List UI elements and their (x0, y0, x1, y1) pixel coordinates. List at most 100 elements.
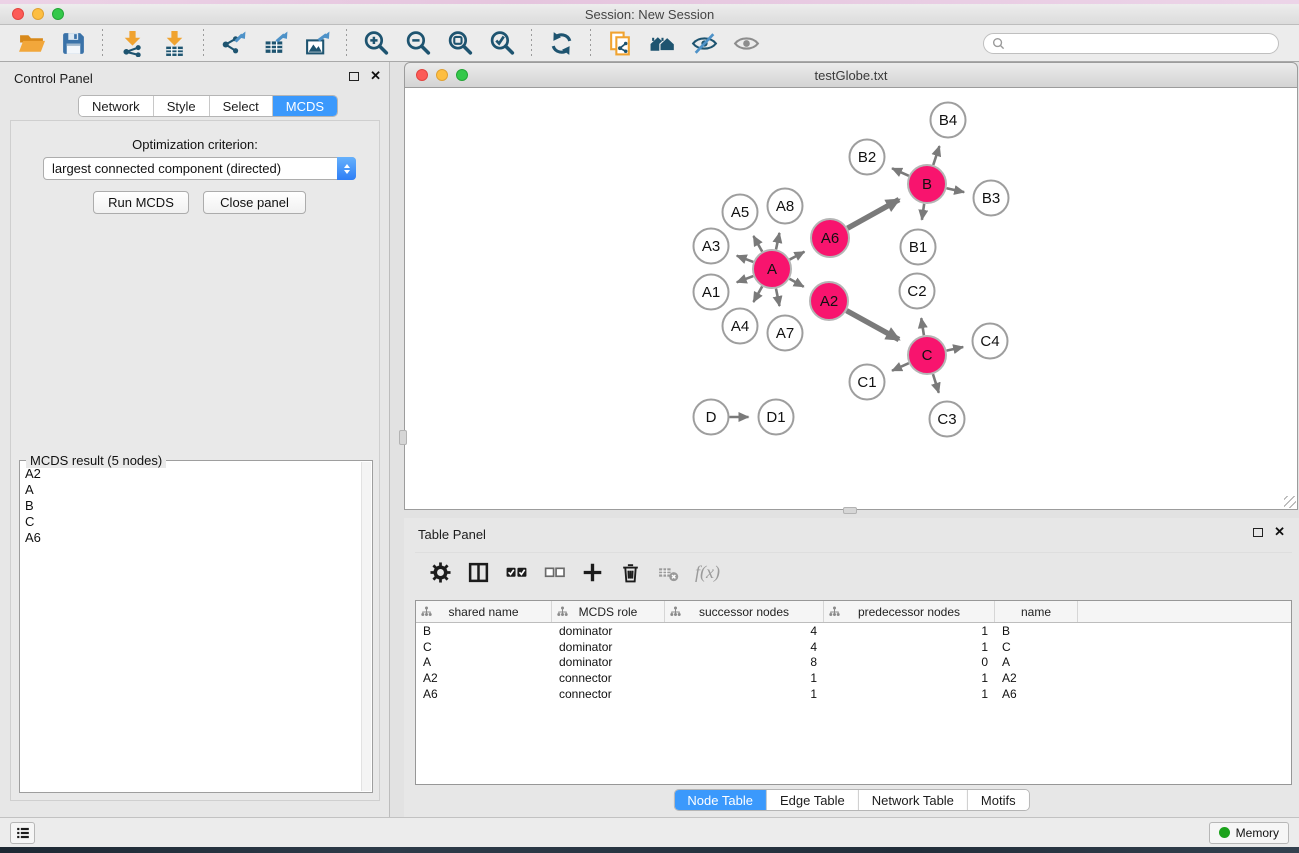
tab-mcds[interactable]: MCDS (273, 96, 337, 116)
graph-node-A8[interactable]: A8 (768, 189, 803, 224)
result-scrollbar[interactable] (361, 462, 371, 791)
cell-name[interactable]: A2 (995, 671, 1078, 685)
save-session-icon[interactable] (56, 27, 90, 59)
export-image-icon[interactable] (300, 27, 334, 59)
close-table-panel-icon[interactable]: ✕ (1274, 527, 1285, 537)
graph-node-A5[interactable]: A5 (723, 195, 758, 230)
graph-edge-A-A4[interactable] (753, 286, 762, 302)
graph-node-A6[interactable]: A6 (811, 219, 849, 257)
task-history-button[interactable] (10, 822, 35, 844)
result-item[interactable]: B (25, 498, 357, 514)
graph-edge-C-C4[interactable] (947, 347, 964, 351)
search-input[interactable] (1010, 35, 1278, 51)
table-row[interactable]: C dominator 4 1 C (416, 639, 1291, 655)
column-header-shared-name[interactable]: shared name (416, 601, 552, 622)
graph-node-C4[interactable]: C4 (973, 324, 1008, 359)
cell-name[interactable]: C (995, 640, 1078, 654)
graph-edge-A2-C[interactable] (847, 311, 899, 340)
graph-edge-A-A2[interactable] (789, 279, 803, 287)
select-all-columns-icon[interactable] (499, 556, 533, 590)
graph-edge-C-C1[interactable] (892, 363, 909, 371)
graph-node-D[interactable]: D (694, 400, 729, 435)
result-item[interactable]: A6 (25, 530, 357, 546)
table-options-gear-icon[interactable] (423, 556, 457, 590)
cell-shared-name[interactable]: C (416, 640, 552, 654)
splitter-handle-vertical[interactable] (399, 430, 407, 445)
zoom-in-icon[interactable] (359, 27, 393, 59)
home-view-icon[interactable] (645, 27, 679, 59)
import-network-icon[interactable] (115, 27, 149, 59)
network-graph[interactable]: B4B2BB3A5A8A6B1A3AA1C2A2A4A7C4CC1C3DD1 (405, 88, 1297, 508)
graph-edge-B-B3[interactable] (947, 188, 965, 192)
cell-mcds-role[interactable]: connector (552, 687, 665, 701)
network-canvas[interactable]: B4B2BB3A5A8A6B1A3AA1C2A2A4A7C4CC1C3DD1 (404, 88, 1298, 510)
graph-node-B3[interactable]: B3 (974, 181, 1009, 216)
cell-successor-nodes[interactable]: 1 (665, 687, 824, 701)
graph-node-C3[interactable]: C3 (930, 402, 965, 437)
export-network-icon[interactable] (216, 27, 250, 59)
cell-shared-name[interactable]: A (416, 655, 552, 669)
column-header-name[interactable]: name (995, 601, 1078, 622)
cell-shared-name[interactable]: A2 (416, 671, 552, 685)
cell-predecessor-nodes[interactable]: 0 (824, 655, 995, 669)
graph-node-B2[interactable]: B2 (850, 140, 885, 175)
graph-edge-A-A6[interactable] (790, 252, 805, 260)
graph-node-A2[interactable]: A2 (810, 282, 848, 320)
tab-network[interactable]: Network (79, 96, 154, 116)
graph-node-A3[interactable]: A3 (694, 229, 729, 264)
hide-graphics-details-icon[interactable] (687, 27, 721, 59)
cell-successor-nodes[interactable]: 1 (665, 671, 824, 685)
float-panel-icon[interactable] (349, 72, 359, 81)
graph-edge-C-C2[interactable] (921, 318, 924, 335)
cell-successor-nodes[interactable]: 8 (665, 655, 824, 669)
column-header-successor-nodes[interactable]: successor nodes (665, 601, 824, 622)
graph-node-B1[interactable]: B1 (901, 230, 936, 265)
column-header-predecessor-nodes[interactable]: predecessor nodes (824, 601, 995, 622)
float-table-panel-icon[interactable] (1253, 528, 1263, 537)
table-row[interactable]: A2 connector 1 1 A2 (416, 670, 1291, 686)
table-row[interactable]: A dominator 8 0 A (416, 654, 1291, 670)
window-resize-grip[interactable] (1284, 496, 1296, 508)
cell-mcds-role[interactable]: dominator (552, 655, 665, 669)
graph-node-B[interactable]: B (908, 165, 946, 203)
graph-edge-A-A3[interactable] (737, 256, 754, 262)
network-window-titlebar[interactable]: testGlobe.txt (404, 62, 1298, 88)
show-column-icon[interactable] (461, 556, 495, 590)
graph-node-C1[interactable]: C1 (850, 365, 885, 400)
close-panel-button[interactable]: Close panel (203, 191, 306, 214)
cell-mcds-role[interactable]: dominator (552, 624, 665, 638)
tab-style[interactable]: Style (154, 96, 210, 116)
graph-node-A4[interactable]: A4 (723, 309, 758, 344)
deselect-all-columns-icon[interactable] (537, 556, 571, 590)
graph-edge-A-A5[interactable] (753, 236, 762, 252)
close-panel-icon[interactable]: ✕ (370, 71, 381, 81)
cell-predecessor-nodes[interactable]: 1 (824, 671, 995, 685)
memory-button[interactable]: Memory (1209, 822, 1289, 844)
graph-edge-A-A8[interactable] (776, 233, 779, 249)
cell-predecessor-nodes[interactable]: 1 (824, 640, 995, 654)
cell-predecessor-nodes[interactable]: 1 (824, 624, 995, 638)
run-mcds-button[interactable]: Run MCDS (93, 191, 189, 214)
graph-node-A7[interactable]: A7 (768, 316, 803, 351)
graph-node-A[interactable]: A (753, 250, 791, 288)
cell-name[interactable]: B (995, 624, 1078, 638)
graph-node-A1[interactable]: A1 (694, 275, 729, 310)
result-item[interactable]: A (25, 482, 357, 498)
zoom-selected-icon[interactable] (485, 27, 519, 59)
column-header-mcds-role[interactable]: MCDS role (552, 601, 665, 622)
tab-node-table[interactable]: Node Table (674, 790, 767, 810)
graph-edge-A-A1[interactable] (737, 276, 754, 282)
cell-mcds-role[interactable]: dominator (552, 640, 665, 654)
function-builder-icon[interactable]: f(x) (695, 562, 720, 583)
graph-edge-A6-B[interactable] (847, 200, 899, 229)
graph-edge-B-B4[interactable] (933, 146, 939, 165)
graph-edge-A-A7[interactable] (776, 289, 780, 306)
tab-network-table[interactable]: Network Table (859, 790, 968, 810)
cell-successor-nodes[interactable]: 4 (665, 640, 824, 654)
tab-motifs[interactable]: Motifs (968, 790, 1029, 810)
show-graphics-details-icon[interactable] (729, 27, 763, 59)
cell-shared-name[interactable]: A6 (416, 687, 552, 701)
graph-edge-B-B1[interactable] (922, 204, 924, 220)
open-session-icon[interactable] (14, 27, 48, 59)
cell-predecessor-nodes[interactable]: 1 (824, 687, 995, 701)
